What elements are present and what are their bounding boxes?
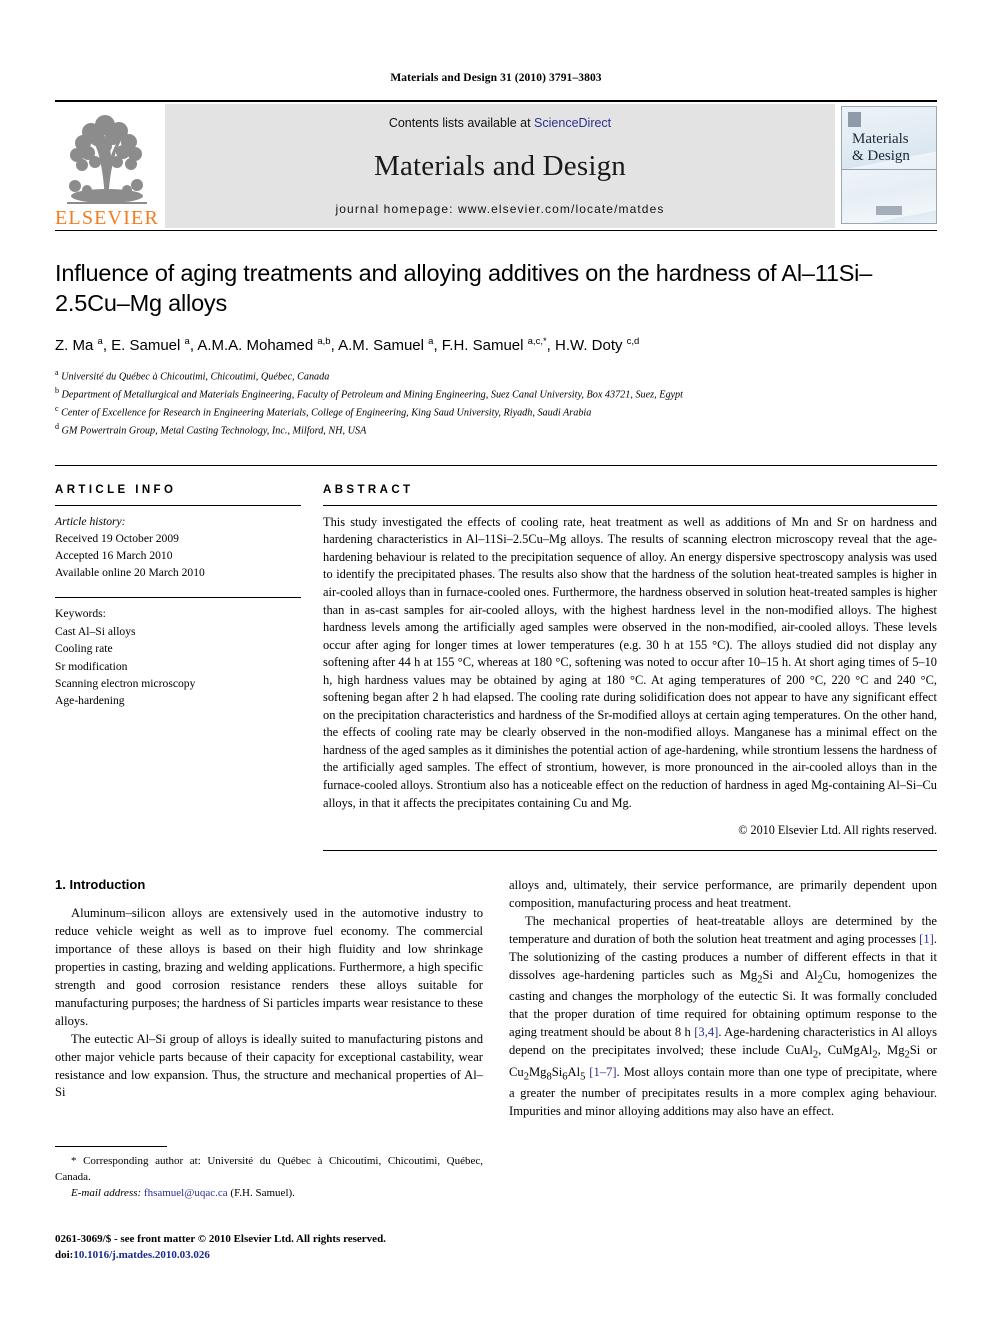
affiliation-b-text: Department of Metallurgical and Material… [61,389,683,401]
keywords-group: Keywords: Cast Al–Si alloys Cooling rate… [55,597,301,709]
banner-center: Contents lists available at ScienceDirec… [165,104,835,228]
email-owner: (F.H. Samuel). [230,1186,295,1199]
cover-title-line1: Materials [852,131,909,147]
intro-paragraph-1: Aluminum–silicon alloys are extensively … [55,906,483,1028]
keyword-item: Age-hardening [55,694,125,708]
body-column-left: 1. Introduction Aluminum–silicon alloys … [55,877,483,1121]
elsevier-tree-icon [61,112,153,208]
intro-paragraph-3: alloys and, ultimately, their service pe… [509,878,937,911]
keyword-item: Cooling rate [55,642,113,656]
abstract-bottom-rule [323,850,937,852]
cover-band [842,169,936,170]
running-head: Materials and Design 31 (2010) 3791–3803 [390,72,602,84]
affiliation-c: c Center of Excellence for Research in E… [55,404,592,419]
body-columns: 1. Introduction Aluminum–silicon alloys … [55,877,937,1121]
title-block: Influence of aging treatments and alloyi… [55,230,937,439]
footnote-rule [55,1146,167,1147]
journal-banner: ELSEVIER Contents lists available at Sci… [55,100,937,230]
footnote-zone: * Corresponding author at: Université du… [55,1146,483,1202]
section-heading-introduction: 1. Introduction [55,877,146,893]
affiliation-a: a Université du Québec à Chicoutimi, Chi… [55,368,330,383]
corresponding-author-text: Corresponding author at: Université du Q… [55,1155,483,1183]
email-label: E-mail address: [71,1186,142,1199]
cover-footer-text [842,206,936,217]
elsevier-logo: ELSEVIER [55,102,159,230]
journal-title: Materials and Design [373,149,627,182]
journal-cover-thumbnail[interactable]: Materials & Design [841,106,937,224]
author-list: Z. Ma a, E. Samuel a, A.M.A. Mohamed a,b… [55,336,640,355]
keyword-item: Sr modification [55,659,128,673]
history-received: Received 19 October 2009 [55,531,179,545]
issn-line: 0261-3069/$ - see front matter © 2010 El… [55,1233,386,1245]
doi-line: doi:10.1016/j.matdes.2010.03.026 [55,1248,615,1264]
email-note: E-mail address: fhsamuel@uqac.ca (F.H. S… [55,1186,483,1202]
affiliation-d: d GM Powertrain Group, Metal Casting Tec… [55,421,367,437]
affiliation-a-text: Université du Québec à Chicoutimi, Chico… [61,371,330,383]
history-available-online: Available online 20 March 2010 [55,566,205,580]
affiliation-d-text: GM Powertrain Group, Metal Casting Techn… [61,425,367,437]
body-column-right: alloys and, ultimately, their service pe… [509,877,937,1121]
contents-available-line: Contents lists available at ScienceDirec… [389,116,611,130]
intro-paragraph-2: The eutectic Al–Si group of alloys is id… [55,1031,483,1100]
cover-title: Materials & Design [852,131,910,165]
article-history-group: Article history: Received 19 October 200… [55,506,301,582]
paper-page: Materials and Design 31 (2010) 3791–3803 [0,0,992,1323]
article-history-label: Article history: [55,514,126,528]
corresponding-author-note: * Corresponding author at: Université du… [55,1154,483,1186]
doi-label: doi: [55,1248,74,1261]
article-info-column: ARTICLE INFO Article history: Received 1… [55,484,301,851]
keyword-item: Scanning electron microscopy [55,676,196,690]
contents-prefix: Contents lists available at [388,116,535,130]
abstract-text: This study investigated the effects of c… [323,504,937,812]
affiliation-c-text: Center of Excellence for Research in Eng… [61,407,592,419]
affiliation-list: a Université du Québec à Chicoutimi, Chi… [55,367,937,439]
abstract-heading: ABSTRACT [323,483,414,496]
citation-3-4[interactable]: [3,4] [694,1025,718,1039]
page-title: Influence of aging treatments and alloyi… [55,259,937,318]
page-footer: 0261-3069/$ - see front matter © 2010 El… [55,1232,615,1263]
email-link[interactable]: fhsamuel@uqac.ca [144,1187,228,1199]
info-abstract-section: ARTICLE INFO Article history: Received 1… [55,464,937,852]
intro-paragraph-4: The mechanical properties of heat-treata… [509,913,937,1118]
paper-title-text: Influence of aging treatments and alloyi… [55,260,873,316]
copyright-line: © 2010 Elsevier Ltd. All rights reserved… [738,823,937,838]
keyword-item: Cast Al–Si alloys [55,624,136,638]
sciencedirect-link[interactable]: ScienceDirect [534,116,611,130]
cover-title-line2: & Design [852,147,910,164]
affiliation-b: b Department of Metallurgical and Materi… [55,386,683,401]
history-accepted: Accepted 16 March 2010 [55,549,173,563]
cover-publisher-mark-icon [848,112,861,127]
doi-value[interactable]: 10.1016/j.matdes.2010.03.026 [73,1249,210,1261]
citation-1-7[interactable]: [1–7] [589,1065,616,1079]
abstract-column: ABSTRACT This study investigated the eff… [323,483,937,852]
asterisk-icon: * [71,1155,77,1167]
article-info-heading: ARTICLE INFO [55,483,177,496]
keywords-label: Keywords: [55,607,106,621]
citation-1[interactable]: [1] [919,932,934,946]
elsevier-wordmark: ELSEVIER [54,207,160,229]
journal-homepage[interactable]: journal homepage: www.elsevier.com/locat… [336,202,665,216]
